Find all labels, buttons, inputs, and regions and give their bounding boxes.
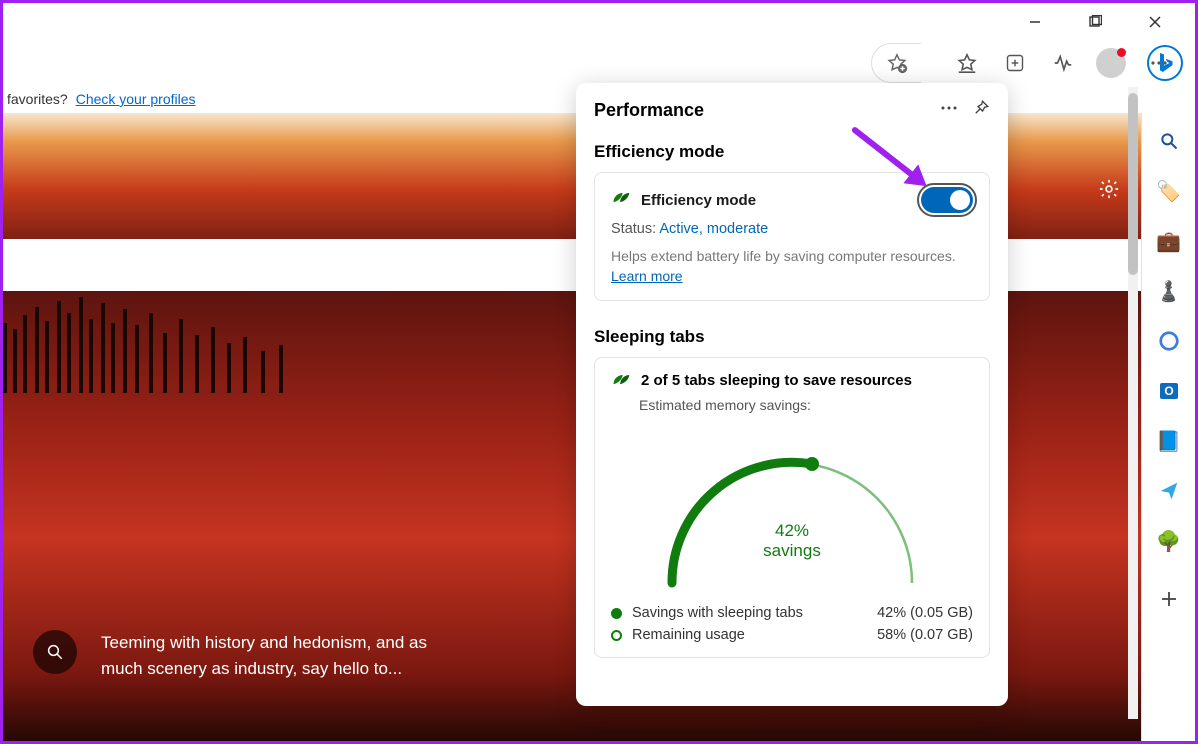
sleeping-subline: Estimated memory savings: [639,397,973,413]
sleeping-headline: 2 of 5 tabs sleeping to save resources [641,372,912,389]
sidebar-shopping-icon[interactable]: 🏷️ [1153,175,1185,207]
sidebar-outlook-icon[interactable]: O [1153,375,1185,407]
collections-icon[interactable] [995,43,1035,83]
window-titlebar [3,3,1195,41]
learn-more-link[interactable]: Learn more [611,268,683,284]
browser-toolbar [3,41,1195,85]
maximize-button[interactable] [1075,7,1115,37]
favorites-prompt: favorites? [7,91,68,107]
minimize-button[interactable] [1015,7,1055,37]
panel-more-icon[interactable] [940,99,958,122]
sidebar-tree-icon[interactable]: 🌳 [1153,525,1185,557]
sleeping-card: 2 of 5 tabs sleeping to save resources E… [594,357,990,658]
efficiency-help: Helps extend battery life by saving comp… [611,247,973,286]
legend-dot-savings [611,608,622,619]
sidebar-games-icon[interactable]: ♟️ [1153,275,1185,307]
legend-dot-remaining [611,630,622,641]
add-favorite-button[interactable] [871,43,921,83]
performance-panel: Performance Efficiency mode Efficiency m… [576,83,1008,706]
performance-icon[interactable] [1043,43,1083,83]
efficiency-status: Status: Active, moderate [611,221,973,237]
profile-avatar[interactable] [1091,43,1131,83]
efficiency-section-title: Efficiency mode [594,142,990,162]
edge-sidebar: 🏷️ 💼 ♟️ O 📘 🌳 [1141,113,1195,741]
image-caption: Teeming with history and hedonism, and a… [33,630,441,681]
efficiency-toggle[interactable] [921,187,973,213]
sleeping-section-title: Sleeping tabs [594,327,990,347]
gauge-value: 42% savings [611,521,973,561]
sidebar-drop-icon[interactable]: 📘 [1153,425,1185,457]
leaf-icon [611,190,631,211]
caption-search-icon[interactable] [33,630,77,674]
efficiency-card: Efficiency mode Status: Active, moderate… [594,172,990,301]
savings-gauge: 42% savings [611,433,973,595]
sidebar-office-icon[interactable] [1153,325,1185,357]
sidebar-search-icon[interactable] [1153,125,1185,157]
close-button[interactable] [1135,7,1175,37]
favorites-icon[interactable] [947,43,987,83]
bing-icon[interactable] [1147,45,1183,81]
page-scrollbar[interactable] [1128,87,1138,719]
leaf-icon [611,372,631,393]
svg-text:O: O [1164,384,1173,398]
check-profiles-link[interactable]: Check your profiles [76,91,196,107]
sidebar-send-icon[interactable] [1153,475,1185,507]
caption-text: Teeming with history and hedonism, and a… [101,630,441,681]
sidebar-add-icon[interactable] [1153,583,1185,615]
gauge-legend: Savings with sleeping tabs 42% (0.05 GB)… [611,605,973,643]
pin-icon[interactable] [972,99,990,122]
efficiency-label: Efficiency mode [641,192,756,209]
panel-title: Performance [594,100,704,121]
page-settings-icon[interactable] [1093,173,1125,205]
sidebar-tools-icon[interactable]: 💼 [1153,225,1185,257]
